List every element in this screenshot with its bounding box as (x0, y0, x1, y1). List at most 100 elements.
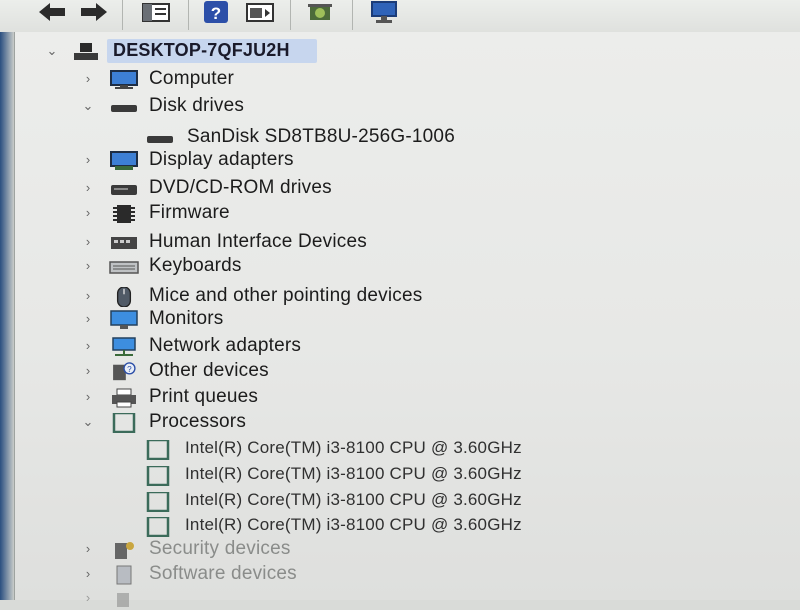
update-driver-button[interactable] (304, 0, 336, 26)
scan-hardware-button[interactable] (368, 0, 400, 26)
category-label: Keyboards (149, 255, 242, 276)
chevron-right-icon[interactable]: › (81, 359, 95, 383)
scan-hardware-icon (371, 1, 397, 23)
tree-category-network-adapters[interactable]: › Network adapters (15, 334, 800, 358)
device-label: SanDisk SD8TB8U-256G-1006 (187, 126, 455, 147)
chevron-right-icon[interactable]: › (81, 284, 95, 308)
tree-category-dvd-cd-rom-drives[interactable]: › DVD/CD-ROM drives (15, 176, 800, 200)
device-label: Intel(R) Core(TM) i3-8100 CPU @ 3.60GHz (185, 490, 522, 509)
sound-device-icon (117, 593, 129, 607)
computer-icon (110, 70, 138, 89)
category-label: Computer (149, 68, 235, 89)
processor-icon (146, 466, 170, 486)
forward-button[interactable] (78, 0, 110, 26)
category-label: Human Interface Devices (149, 231, 367, 252)
back-button[interactable] (36, 0, 68, 26)
chevron-right-icon[interactable]: › (81, 562, 95, 586)
tree-category-disk-drives[interactable]: ⌄ Disk drives (15, 94, 800, 118)
device-label: Intel(R) Core(TM) i3-8100 CPU @ 3.60GHz (185, 515, 522, 534)
toolbar: ? (0, 0, 800, 33)
chevron-right-icon[interactable]: › (81, 334, 95, 358)
security-device-icon (115, 542, 134, 559)
tree-category-keyboards[interactable]: › Keyboards (15, 254, 800, 278)
update-driver-icon (308, 4, 332, 20)
tree-category-processors[interactable]: ⌄ Processors (15, 410, 800, 434)
firmware-chip-icon (113, 205, 135, 223)
device-label: Intel(R) Core(TM) i3-8100 CPU @ 3.60GHz (185, 464, 522, 483)
disk-drive-icon (147, 136, 173, 143)
category-label: Display adapters (149, 149, 294, 170)
chevron-down-icon[interactable]: ⌄ (81, 94, 95, 118)
disk-drive-icon (111, 105, 137, 112)
chevron-down-icon[interactable]: ⌄ (81, 410, 95, 434)
category-label: Print queues (149, 386, 259, 407)
keyboard-icon (109, 261, 139, 274)
svg-text:?: ? (211, 4, 221, 23)
tree-category-firmware[interactable]: › Firmware (15, 201, 800, 225)
processor-icon (146, 517, 170, 537)
action-pane-icon (246, 3, 274, 22)
svg-text:?: ? (127, 365, 132, 374)
help-icon: ? (204, 1, 228, 23)
toolbar-separator (352, 0, 353, 30)
processor-icon (146, 440, 170, 460)
chevron-right-icon[interactable]: › (81, 537, 95, 561)
computer-root-icon (74, 43, 98, 60)
back-arrow-icon (39, 3, 65, 21)
hid-icon (111, 237, 137, 249)
chevron-down-icon[interactable]: ⌄ (45, 39, 59, 63)
chevron-right-icon[interactable]: › (81, 254, 95, 278)
tree-category-monitors[interactable]: › Monitors (15, 307, 800, 331)
tree-category-display-adapters[interactable]: › Display adapters (15, 148, 800, 172)
tree-device-cpu-2[interactable]: Intel(R) Core(TM) i3-8100 CPU @ 3.60GHz (15, 489, 800, 513)
category-label: Security devices (149, 538, 291, 559)
software-device-icon (116, 565, 132, 585)
network-adapter-icon (112, 337, 136, 356)
tree-root[interactable]: ⌄ DESKTOP-7QFJU2H (15, 39, 800, 63)
toolbar-separator (122, 0, 123, 30)
chevron-right-icon[interactable]: › (81, 148, 95, 172)
toolbar-separator (188, 0, 189, 30)
other-devices-icon: ? (113, 362, 136, 381)
mouse-icon (116, 287, 132, 307)
dvd-drive-icon (111, 185, 137, 195)
chevron-right-icon[interactable]: › (81, 67, 95, 91)
chevron-right-icon[interactable]: › (81, 201, 95, 225)
device-tree[interactable]: ⌄ DESKTOP-7QFJU2H › Computer ⌄ Disk driv… (14, 32, 800, 607)
category-label: DVD/CD-ROM drives (149, 177, 332, 198)
tree-category-partially-visible[interactable]: › (15, 586, 800, 610)
help-button[interactable]: ? (200, 0, 232, 26)
show-hide-console-tree-button[interactable] (140, 0, 172, 26)
category-label: Other devices (149, 360, 269, 381)
tree-category-mice[interactable]: › Mice and other pointing devices (15, 284, 800, 308)
chevron-right-icon[interactable]: › (81, 307, 95, 331)
chevron-right-icon[interactable]: › (81, 230, 95, 254)
tree-category-other-devices[interactable]: › ? Other devices (15, 359, 800, 383)
tree-device-cpu-3[interactable]: Intel(R) Core(TM) i3-8100 CPU @ 3.60GHz (15, 514, 800, 538)
tree-category-security-devices[interactable]: › Security devices (15, 537, 800, 561)
forward-arrow-icon (81, 3, 107, 21)
device-label: Intel(R) Core(TM) i3-8100 CPU @ 3.60GHz (185, 438, 522, 457)
category-label: Network adapters (149, 335, 302, 356)
tree-device-cpu-0[interactable]: Intel(R) Core(TM) i3-8100 CPU @ 3.60GHz (15, 437, 800, 461)
monitor-icon (110, 310, 138, 329)
category-label: Monitors (149, 308, 224, 329)
tree-category-print-queues[interactable]: › Print queues (15, 385, 800, 409)
toolbar-separator (290, 0, 291, 30)
printer-icon (112, 388, 136, 408)
chevron-right-icon[interactable]: › (81, 586, 95, 610)
chevron-right-icon[interactable]: › (81, 176, 95, 200)
tree-device-cpu-1[interactable]: Intel(R) Core(TM) i3-8100 CPU @ 3.60GHz (15, 463, 800, 487)
left-panel-edge (0, 32, 14, 600)
tree-category-human-interface-devices[interactable]: › Human Interface Devices (15, 230, 800, 254)
tree-category-computer[interactable]: › Computer (15, 67, 800, 91)
category-label: Processors (149, 411, 247, 432)
root-label: DESKTOP-7QFJU2H (113, 40, 290, 60)
category-label: Software devices (149, 563, 297, 584)
action-pane-button[interactable] (244, 0, 276, 26)
display-adapter-icon (110, 151, 138, 170)
chevron-right-icon[interactable]: › (81, 385, 95, 409)
tree-device-disk[interactable]: SanDisk SD8TB8U-256G-1006 (15, 125, 800, 149)
tree-category-software-devices[interactable]: › Software devices (15, 562, 800, 586)
category-label: Disk drives (149, 95, 245, 116)
